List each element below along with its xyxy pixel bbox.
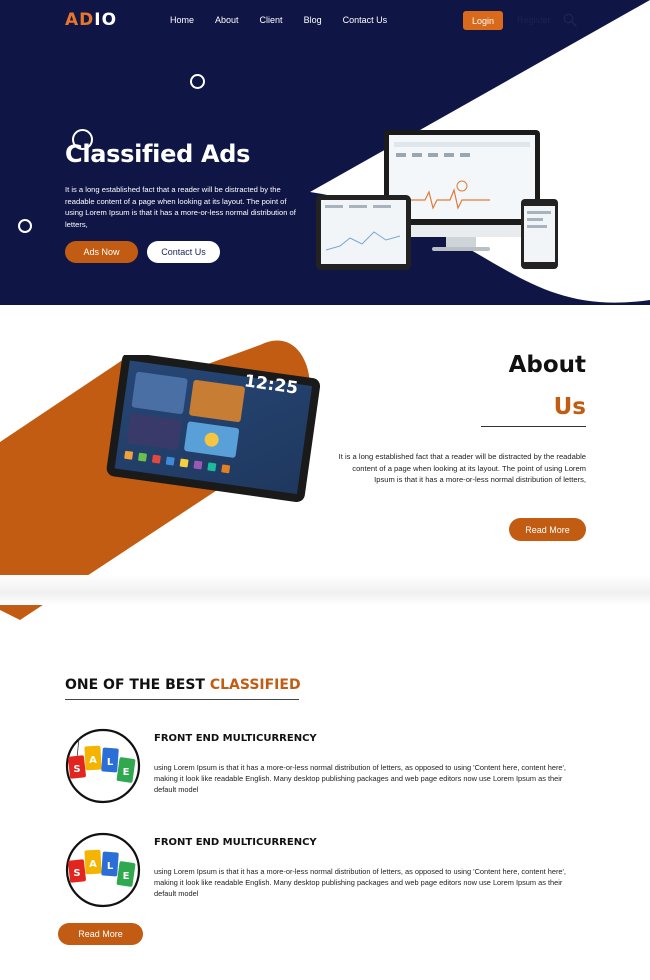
ads-now-button[interactable]: Ads Now [65,241,138,263]
sale-letter-s: S [73,764,80,775]
contact-us-button[interactable]: Contact Us [147,241,220,263]
sale-letter-a: A [89,755,97,766]
tablet-graphic [316,195,411,270]
nav-link-client[interactable]: Client [260,15,283,25]
about-divider [481,426,586,427]
about-title-accent: Us [553,394,586,420]
sale-tags-icon: S A L E [65,832,141,908]
hero-description: It is a long established fact that a rea… [65,185,296,229]
register-link[interactable]: Register [517,15,551,25]
search-icon[interactable] [563,13,577,27]
phone-graphic [521,199,558,269]
nav-link-contact[interactable]: Contact Us [343,15,388,25]
sale-letter-a: A [89,859,97,870]
devices-illustration [316,130,558,270]
features-title-main: ONE OF THE BEST [65,677,205,693]
feature-item: S A L E FRONT END MULTICURRENCY using Lo… [65,728,585,808]
decorative-circle [190,74,205,89]
features-title-accent: CLASSIFIED [209,677,301,693]
feature-title: FRONT END MULTICURRENCY [154,733,317,744]
feature-item: S A L E FRONT END MULTICURRENCY using Lo… [65,832,585,912]
section-separator [0,575,650,605]
feature-title: FRONT END MULTICURRENCY [154,837,317,848]
sale-letter-e: E [123,871,130,882]
logo-text-orange: AD [65,10,95,30]
feature-description: using Lorem Ipsum is that it has a more-… [154,763,566,795]
nav-links: Home About Client Blog Contact Us [170,15,408,25]
feature-description: using Lorem Ipsum is that it has a more-… [154,867,566,899]
sale-tags-icon: S A L E [65,728,141,804]
features-title: ONE OF THE BEST CLASSIFIED [65,677,301,693]
nav-link-home[interactable]: Home [170,15,194,25]
brand-logo[interactable]: ADIO [65,10,117,30]
about-section: 12:25 About Us It is a long established … [0,305,650,620]
top-navbar: ADIO Home About Client Blog Contact Us L… [0,0,650,42]
sale-letter-l: L [107,861,114,872]
sale-letter-s: S [73,868,80,879]
about-title: About [508,352,586,378]
nav-link-about[interactable]: About [215,15,239,25]
decorative-circle [18,219,32,233]
logo-text-white: IO [94,10,118,30]
nav-link-blog[interactable]: Blog [304,15,322,25]
features-title-underline [65,699,299,700]
about-read-more-button[interactable]: Read More [509,518,586,541]
sale-letter-l: L [107,757,114,768]
hero-section: ADIO Home About Client Blog Contact Us L… [0,0,650,305]
login-button[interactable]: Login [463,11,503,30]
about-description: It is a long established fact that a rea… [338,452,586,484]
sale-letter-e: E [123,767,130,778]
features-read-more-button[interactable]: Read More [58,923,143,945]
hero-title: Classified Ads [65,140,251,168]
